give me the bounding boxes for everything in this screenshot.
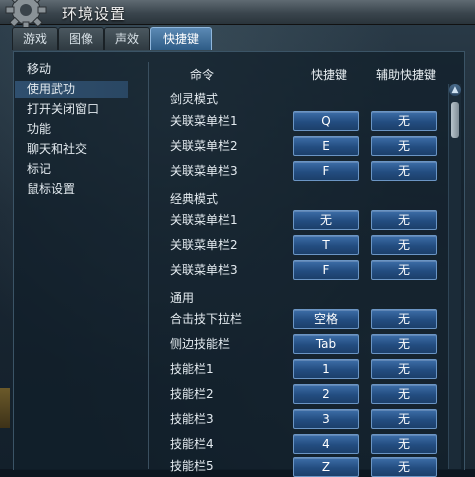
- row-label: 技能栏2: [170, 387, 214, 401]
- row-label: 关联菜单栏2: [170, 238, 238, 252]
- side-decoration: [0, 388, 10, 428]
- title-bar[interactable]: 环境设置: [0, 0, 475, 31]
- hotkey-button[interactable]: F: [293, 260, 359, 280]
- nav-item-windows[interactable]: 打开关闭窗口: [15, 101, 128, 118]
- column-header-hotkey: 快捷键: [311, 68, 348, 82]
- tab-graphics[interactable]: 图像: [58, 27, 104, 50]
- alt-hotkey-button[interactable]: 无: [371, 334, 437, 354]
- alt-hotkey-button[interactable]: 无: [371, 210, 437, 230]
- alt-hotkey-button[interactable]: 无: [371, 309, 437, 329]
- section-title: 通用: [170, 291, 195, 305]
- nav-item-markers[interactable]: 标记: [15, 161, 128, 178]
- column-header-alt-hotkey: 辅助快捷键: [376, 68, 437, 82]
- nav-item-mouse[interactable]: 鼠标设置: [15, 181, 128, 198]
- row-label: 关联菜单栏1: [170, 114, 238, 128]
- alt-hotkey-button[interactable]: 无: [371, 111, 437, 131]
- window-title: 环境设置: [62, 5, 127, 23]
- section-title: 剑灵模式: [170, 92, 219, 106]
- hotkey-button[interactable]: Z: [293, 457, 359, 477]
- row-label: 技能栏4: [170, 437, 214, 451]
- vertical-scrollbar[interactable]: ▲: [448, 84, 461, 469]
- hotkey-button[interactable]: 2: [293, 384, 359, 404]
- row-label: 技能栏3: [170, 412, 214, 426]
- hotkey-button[interactable]: Tab: [293, 334, 359, 354]
- hotkey-button[interactable]: Q: [293, 111, 359, 131]
- hotkey-button[interactable]: 1: [293, 359, 359, 379]
- hotkey-button[interactable]: 4: [293, 434, 359, 454]
- tab-sound[interactable]: 声效: [104, 27, 150, 50]
- hotkey-button[interactable]: F: [293, 161, 359, 181]
- alt-hotkey-button[interactable]: 无: [371, 409, 437, 429]
- row-label: 技能栏1: [170, 362, 214, 376]
- alt-hotkey-button[interactable]: 无: [371, 136, 437, 156]
- hotkey-button[interactable]: 无: [293, 210, 359, 230]
- nav-item-move[interactable]: 移动: [15, 61, 128, 78]
- hotkey-button[interactable]: 空格: [293, 309, 359, 329]
- row-label: 侧边技能栏: [170, 337, 231, 351]
- row-label: 关联菜单栏3: [170, 263, 238, 277]
- row-label: 关联菜单栏3: [170, 164, 238, 178]
- row-label: 合击技下拉栏: [170, 312, 243, 326]
- nav-item-skills[interactable]: 使用武功: [15, 81, 128, 98]
- alt-hotkey-button[interactable]: 无: [371, 384, 437, 404]
- tab-game[interactable]: 游戏: [12, 27, 58, 50]
- hotkey-button[interactable]: 3: [293, 409, 359, 429]
- alt-hotkey-button[interactable]: 无: [371, 260, 437, 280]
- alt-hotkey-button[interactable]: 无: [371, 434, 437, 454]
- nav-item-chat-social[interactable]: 聊天和社交: [15, 141, 128, 158]
- alt-hotkey-button[interactable]: 无: [371, 457, 437, 477]
- section-title: 经典模式: [170, 192, 219, 206]
- row-label: 关联菜单栏1: [170, 213, 238, 227]
- column-divider: [148, 62, 149, 469]
- arrow-up-icon[interactable]: ▲: [449, 84, 461, 96]
- row-label: 技能栏5: [170, 459, 214, 473]
- hotkey-button[interactable]: T: [293, 235, 359, 255]
- scrollbar-thumb[interactable]: [451, 102, 459, 138]
- column-header-command: 命令: [190, 68, 215, 82]
- alt-hotkey-button[interactable]: 无: [371, 359, 437, 379]
- tab-hotkeys[interactable]: 快捷键: [150, 27, 212, 50]
- nav-item-functions[interactable]: 功能: [15, 121, 128, 138]
- alt-hotkey-button[interactable]: 无: [371, 161, 437, 181]
- row-label: 关联菜单栏2: [170, 139, 238, 153]
- alt-hotkey-button[interactable]: 无: [371, 235, 437, 255]
- hotkey-button[interactable]: E: [293, 136, 359, 156]
